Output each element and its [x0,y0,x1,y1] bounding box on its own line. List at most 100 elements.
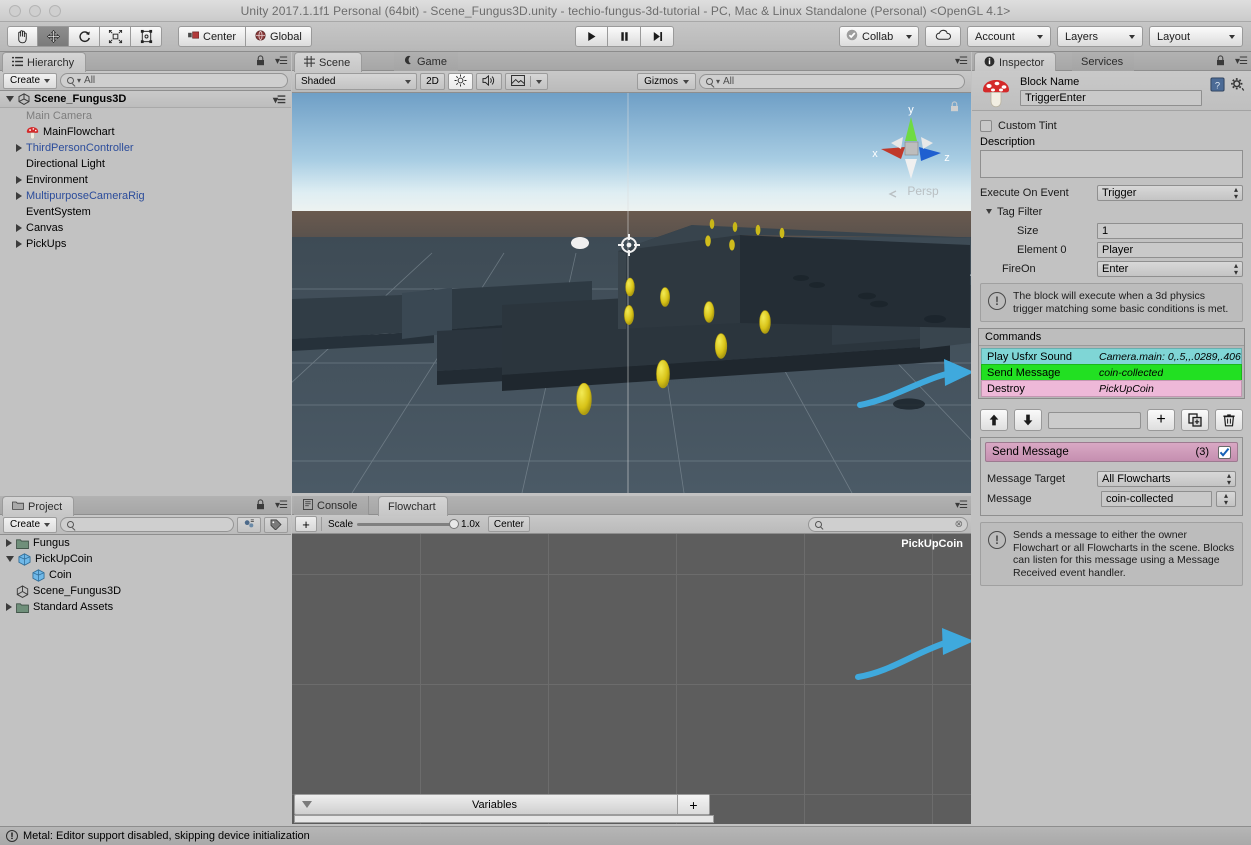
chevron-right-icon[interactable] [16,176,22,184]
commands-list[interactable]: Play Usfxr Sound Camera.main: 0,.5,,.0289… [979,346,1244,398]
project-label-filter-button[interactable] [264,516,288,533]
duplicate-command-button[interactable] [1181,409,1209,431]
hierarchy-item[interactable]: EventSystem [0,204,291,220]
chevron-down-icon[interactable] [986,209,992,214]
block-name-input[interactable]: TriggerEnter [1020,90,1202,106]
gizmos-dropdown[interactable]: Gizmos [637,73,696,90]
tab-inspector[interactable]: Inspector [974,52,1057,72]
panel-menu-icon[interactable]: ▾☰ [955,56,968,67]
flowchart-canvas[interactable]: PickUpCoin [292,534,971,824]
tab-console[interactable]: Console [294,496,370,515]
project-item[interactable]: Fungus [0,535,291,551]
project-item[interactable]: Coin [0,567,291,583]
space-mode-button[interactable]: Global [246,26,312,47]
flowchart-add-block-button[interactable]: + [295,516,317,532]
project-tree[interactable]: Fungus PickUpCoin Coin Scene_Fungus3D Standa… [0,535,291,845]
scene-view-gizmo[interactable]: y x z Persp [861,101,961,211]
scale-tool-button[interactable] [100,26,131,47]
chevron-right-icon[interactable] [6,539,12,547]
tab-game[interactable]: Game [394,52,458,71]
scene-fx-dropdown[interactable] [505,73,548,90]
panel-menu-icon[interactable]: ▾☰ [1235,56,1248,67]
play-button[interactable] [575,26,608,47]
command-search-input[interactable] [1048,411,1141,429]
lock-icon[interactable] [1216,55,1225,69]
tab-project[interactable]: Project [2,496,75,516]
collab-button[interactable]: Collab [839,26,919,47]
hand-tool-button[interactable] [7,26,38,47]
rotate-tool-button[interactable] [69,26,100,47]
execute-on-event-dropdown[interactable]: Trigger ▴ ▾ [1097,184,1243,201]
transform-tools[interactable] [7,26,162,47]
selected-command-header[interactable]: Send Message (3) [985,442,1238,462]
chevron-down-icon[interactable] [6,556,14,562]
tab-services[interactable]: Services [1072,52,1135,71]
scene-viewport[interactable]: y x z Persp [292,93,971,493]
description-textarea[interactable] [980,150,1243,178]
add-command-button[interactable]: + [1147,409,1175,431]
custom-tint-row[interactable]: Custom Tint [980,117,1243,134]
chevron-right-icon[interactable] [16,192,22,200]
pivot-mode-button[interactable]: Center [178,26,247,47]
chevron-right-icon[interactable] [6,603,12,611]
tab-flowchart[interactable]: Flowchart [378,496,448,516]
variables-foldout[interactable]: Variables + [294,794,710,815]
chevron-down-icon[interactable] [6,96,14,102]
hierarchy-tree[interactable]: Scene_Fungus3D ▾☰ Main Camera MainFlowcha… [0,91,291,534]
status-bar[interactable]: ! Metal: Editor support disabled, skippi… [0,826,1251,845]
step-button[interactable] [641,26,674,47]
lock-icon[interactable] [256,55,265,69]
hierarchy-item[interactable]: Environment [0,172,291,188]
hierarchy-item[interactable]: MainFlowchart [0,124,291,140]
hierarchy-search-input[interactable]: ▾ All [60,73,288,88]
project-item[interactable]: PickUpCoin [0,551,291,567]
panel-menu-icon[interactable]: ▾☰ [275,500,288,511]
scene-lighting-toggle[interactable] [448,73,473,90]
fireon-dropdown[interactable]: Enter ▴ ▾ [1097,260,1243,277]
chevron-right-icon[interactable] [16,240,22,248]
chevron-right-icon[interactable] [16,144,22,152]
move-tool-button[interactable] [38,26,69,47]
layers-button[interactable]: Layers [1057,26,1143,47]
flowchart-search-input[interactable]: ⊗ [808,516,968,532]
panel-menu-icon[interactable]: ▾☰ [275,56,288,67]
project-search-input[interactable] [60,517,234,532]
rect-tool-button[interactable] [131,26,162,47]
hierarchy-scene-root[interactable]: Scene_Fungus3D ▾☰ [0,91,291,108]
pause-button[interactable] [608,26,641,47]
project-item[interactable]: Standard Assets [0,599,291,615]
move-command-down-button[interactable] [1014,409,1042,431]
chevron-right-icon[interactable] [16,224,22,232]
cloud-button[interactable] [925,26,961,47]
command-row[interactable]: Play Usfxr Sound Camera.main: 0,.5,,.0289… [981,348,1242,365]
hierarchy-item[interactable]: PickUps [0,236,291,252]
project-create-button[interactable]: Create [3,516,58,533]
flowchart-center-button[interactable]: Center [487,516,530,532]
hierarchy-create-button[interactable]: Create [3,72,58,89]
tab-hierarchy[interactable]: Hierarchy [2,52,87,72]
hierarchy-item[interactable]: Canvas [0,220,291,236]
toggle-2d-button[interactable]: 2D [420,73,445,90]
message-variable-dropdown[interactable]: ▴ ▾ [1216,490,1236,507]
element0-input[interactable]: Player [1097,241,1243,258]
scene-search-input[interactable]: ▾ All [699,74,965,89]
delete-command-button[interactable] [1215,409,1243,431]
variables-add-button[interactable]: + [677,795,709,814]
zoom-slider[interactable] [357,517,460,531]
hierarchy-item[interactable]: Directional Light [0,156,291,172]
help-book-icon[interactable]: ? [1210,77,1225,95]
panel-menu-icon[interactable]: ▾☰ [955,500,968,511]
custom-tint-checkbox[interactable] [980,119,992,132]
tab-scene[interactable]: Scene [294,52,363,72]
message-input[interactable]: coin-collected [1101,490,1212,507]
project-type-filter-button[interactable] [237,516,261,533]
project-item[interactable]: Scene_Fungus3D [0,583,291,599]
account-button[interactable]: Account [967,26,1051,47]
selected-command-enabled-checkbox[interactable] [1218,445,1231,459]
draw-mode-dropdown[interactable]: Shaded [295,73,417,90]
hierarchy-item[interactable]: Main Camera [0,108,291,124]
gear-icon[interactable] [1230,77,1245,95]
playback-controls[interactable] [575,26,674,47]
layout-button[interactable]: Layout [1149,26,1243,47]
tag-filter-foldout[interactable]: Tag Filter [986,203,1243,220]
